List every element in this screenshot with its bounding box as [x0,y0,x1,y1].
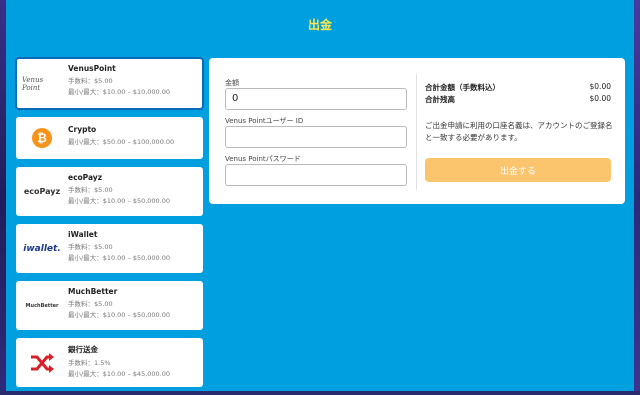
method-bank-transfer[interactable]: 銀行送金 手数料：1.5% 最小/最大：$10.00 – $45,000.00 [16,338,203,387]
withdrawal-form: 金額 0 Venus Pointユーザー ID Venus Pointパスワード… [209,58,625,204]
method-name: 銀行送金 [68,345,98,354]
page-title: 出金 [307,18,332,32]
method-name: Crypto [68,125,97,134]
ecopayz-logo-icon: ecoPayz [23,187,61,196]
withdrawal-panel: 出金 Venus Point VenusPoint 手数料：$5.00 最小/最… [6,0,634,391]
method-name: iWallet [68,230,98,239]
divider [416,74,417,190]
method-venuspoint[interactable]: Venus Point VenusPoint 手数料：$5.00 最小/最大：$… [15,57,204,110]
user-id-label: Venus Pointユーザー ID [225,117,304,125]
muchbetter-logo-icon: MuchBetter [25,302,59,309]
method-limits: 最小/最大：$10.00 – $50,000.00 [68,254,171,262]
balance-label: 合計残高 [425,95,455,104]
amount-label: 金額 [225,79,239,87]
iwallet-logo-icon: iwallet. [23,243,61,254]
user-id-input[interactable] [225,126,407,148]
password-label: Venus Pointパスワード [225,155,301,163]
venuspoint-logo-icon: Venus Point [22,75,44,92]
shuffle-icon [22,351,62,375]
method-fee: 手数料：1.5% [68,359,111,367]
method-limits: 最小/最大：$10.00 – $45,000.00 [68,370,171,378]
method-muchbetter[interactable]: MuchBetter MuchBetter 手数料：$5.00 最小/最大：$1… [16,281,203,330]
amount-input[interactable]: 0 [225,88,407,110]
method-fee: 手数料：$5.00 [68,300,113,308]
method-limits: 最小/最大：$10.00 – $10,000.00 [68,88,171,96]
withdraw-button[interactable]: 出金する [425,158,611,182]
method-name: ecoPayz [68,173,103,182]
payment-method-list: Venus Point VenusPoint 手数料：$5.00 最小/最大：$… [15,57,204,395]
method-crypto[interactable]: ₿ Crypto 最小/最大：$50.00 – $100,000.00 [16,117,203,159]
balance-row: 合計残高 $0.00 [425,94,611,105]
account-name-notice: ご出金申請に利用の口座名義は、アカウントのご登録名と一致する必要があります。 [425,121,613,142]
method-limits: 最小/最大：$50.00 – $100,000.00 [68,138,175,146]
method-limits: 最小/最大：$10.00 – $50,000.00 [68,311,171,319]
total-row: 合計金額（手数料込） $0.00 [425,82,611,93]
password-input[interactable] [225,164,407,186]
balance-value: $0.00 [589,94,611,103]
total-value: $0.00 [589,82,611,91]
bitcoin-icon: ₿ [22,126,62,150]
total-label: 合計金額（手数料込） [425,83,500,92]
method-fee: 手数料：$5.00 [68,77,113,85]
method-iwallet[interactable]: iwallet. iWallet 手数料：$5.00 最小/最大：$10.00 … [16,224,203,273]
method-fee: 手数料：$5.00 [68,243,113,251]
method-name: MuchBetter [68,287,118,296]
method-limits: 最小/最大：$10.00 – $50,000.00 [68,197,171,205]
method-name: VenusPoint [68,64,116,73]
method-fee: 手数料：$5.00 [68,186,113,194]
method-ecopayz[interactable]: ecoPayz ecoPayz 手数料：$5.00 最小/最大：$10.00 –… [16,167,203,216]
